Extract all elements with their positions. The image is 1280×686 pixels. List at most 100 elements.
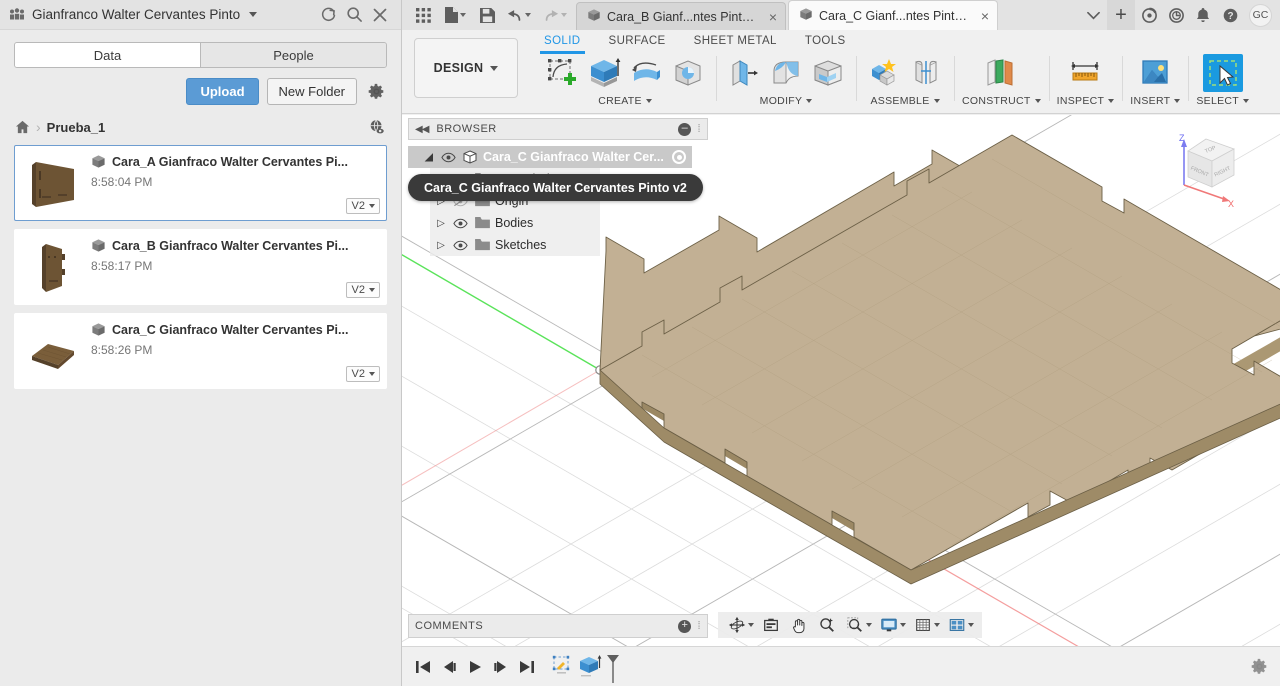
list-item[interactable]: Cara_C Gianfraco Walter Cervantes Pi... … — [14, 313, 387, 389]
ribbon-group-label-modify[interactable]: MODIFY — [760, 95, 813, 107]
press-pull-icon[interactable] — [724, 54, 764, 92]
offset-plane-icon[interactable] — [981, 54, 1021, 92]
new-component-icon[interactable] — [864, 54, 904, 92]
chevron-down-icon[interactable] — [1080, 2, 1106, 28]
tab-people[interactable]: People — [200, 43, 386, 67]
expand-arrow-icon[interactable]: ◢ — [422, 152, 436, 163]
look-at-icon[interactable] — [758, 614, 784, 636]
measure-icon[interactable] — [1065, 54, 1105, 92]
new-tab-button[interactable]: + — [1107, 0, 1135, 30]
undo-icon[interactable] — [502, 2, 536, 28]
avatar[interactable]: GC — [1249, 3, 1272, 27]
new-document-icon[interactable] — [438, 2, 472, 28]
pan-icon[interactable] — [786, 614, 812, 636]
redo-icon[interactable] — [538, 2, 572, 28]
zoom-icon[interactable] — [814, 614, 840, 636]
timeline-marker-icon[interactable] — [606, 654, 619, 683]
chevron-down-icon — [1174, 99, 1181, 103]
expand-arrow-icon[interactable]: ▷ — [434, 240, 448, 251]
item-timestamp: 8:58:04 PM — [91, 175, 153, 189]
extrude-icon[interactable] — [584, 54, 624, 92]
timeline-bar — [402, 646, 1280, 686]
document-tab-cara-c[interactable]: Cara_C Gianf...ntes Pinto v2 × — [788, 0, 998, 30]
active-component-icon[interactable] — [672, 150, 686, 164]
globe-eye-icon[interactable] — [367, 117, 387, 137]
gear-icon[interactable] — [365, 81, 387, 103]
orbit-icon[interactable] — [724, 614, 756, 636]
gear-icon[interactable] — [1246, 654, 1272, 680]
step-forward-icon[interactable] — [488, 654, 514, 680]
create-sketch-icon[interactable] — [542, 54, 582, 92]
workspace-switcher[interactable]: DESIGN — [414, 38, 518, 98]
list-item[interactable]: Cara_A Gianfraco Walter Cervantes Pi... … — [14, 145, 387, 221]
sweep-icon[interactable] — [668, 54, 708, 92]
expand-arrow-icon[interactable]: ▷ — [434, 218, 448, 229]
document-tab-cara-b[interactable]: Cara_B Gianf...ntes Pinto v2 × — [576, 2, 786, 30]
extrude-feature-icon[interactable] — [576, 654, 602, 680]
eye-icon[interactable] — [452, 240, 469, 251]
ribbon-tab-tools[interactable]: TOOLS — [791, 35, 860, 51]
version-selector[interactable]: V2 — [345, 366, 380, 382]
group-label-text: CREATE — [598, 95, 642, 107]
shell-icon[interactable] — [808, 54, 848, 92]
step-back-icon[interactable] — [436, 654, 462, 680]
refresh-icon[interactable] — [315, 2, 341, 28]
panel-resize-grip[interactable]: ⁞ — [697, 123, 701, 135]
add-comment-icon[interactable]: + — [678, 619, 692, 633]
list-item[interactable]: Cara_B Gianfraco Walter Cervantes Pi... … — [14, 229, 387, 305]
ribbon-group-label-assemble[interactable]: ASSEMBLE — [870, 95, 940, 107]
insert-image-icon[interactable] — [1135, 54, 1175, 92]
view-cube[interactable]: Z X TOP FRONT RIGHT — [1162, 123, 1252, 213]
viewport[interactable]: ◀◀ BROWSER – ⁞ ◢ Cara_C Gianfraco Walter… — [402, 115, 1280, 646]
tree-node-sketches[interactable]: ▷ Sketches — [430, 234, 600, 256]
joint-icon[interactable] — [906, 54, 946, 92]
minimize-icon[interactable]: – — [678, 122, 692, 136]
ribbon-tab-surface[interactable]: SURFACE — [595, 35, 680, 51]
new-folder-button[interactable]: New Folder — [266, 78, 357, 105]
help-icon[interactable]: ? — [1217, 2, 1243, 28]
viewports-icon[interactable] — [944, 614, 976, 636]
eye-icon[interactable] — [440, 152, 457, 163]
panel-resize-grip[interactable]: ⁞ — [697, 620, 701, 632]
tree-root-component[interactable]: ◢ Cara_C Gianfraco Walter Cer... — [408, 146, 692, 168]
ribbon-group-label-create[interactable]: CREATE — [598, 95, 652, 107]
close-icon[interactable]: × — [981, 9, 989, 23]
save-icon[interactable] — [474, 2, 500, 28]
app-grid-icon[interactable] — [410, 2, 436, 28]
ribbon-group-label-inspect[interactable]: INSPECT — [1057, 95, 1115, 107]
home-icon[interactable] — [14, 119, 30, 135]
ribbon-group-label-select[interactable]: SELECT — [1196, 95, 1250, 107]
ribbon-tab-solid[interactable]: SOLID — [530, 35, 595, 54]
grid-snaps-icon[interactable] — [910, 614, 942, 636]
tree-node-bodies[interactable]: ▷ Bodies — [430, 212, 600, 234]
display-settings-icon[interactable] — [876, 614, 908, 636]
collapse-left-icon[interactable]: ◀◀ — [415, 124, 429, 135]
fillet-icon[interactable] — [766, 54, 806, 92]
job-status-icon[interactable] — [1136, 2, 1162, 28]
close-icon[interactable] — [367, 2, 393, 28]
select-icon[interactable] — [1202, 54, 1243, 92]
search-icon[interactable] — [341, 2, 367, 28]
ribbon-tab-sheet-metal[interactable]: SHEET METAL — [680, 35, 791, 51]
tree-node-label: Sketches — [495, 238, 547, 252]
zoom-window-icon[interactable] — [842, 614, 874, 636]
chevron-down-icon[interactable] — [249, 12, 258, 17]
notifications-bell-icon[interactable] — [1190, 2, 1216, 28]
upload-button[interactable]: Upload — [186, 78, 259, 105]
eye-icon[interactable] — [452, 218, 469, 229]
ribbon-group-modify: MODIFY — [716, 54, 856, 107]
item-info: Cara_B Gianfraco Walter Cervantes Pi... … — [87, 230, 386, 304]
ribbon-group-label-construct[interactable]: CONSTRUCT — [962, 95, 1041, 107]
recent-icon[interactable] — [1163, 2, 1189, 28]
sketch-feature-icon[interactable] — [550, 654, 576, 680]
version-selector[interactable]: V2 — [345, 198, 380, 214]
play-icon[interactable] — [462, 654, 488, 680]
jump-to-beginning-icon[interactable] — [410, 654, 436, 680]
close-icon[interactable]: × — [769, 10, 777, 24]
tab-data[interactable]: Data — [15, 43, 200, 67]
breadcrumb-folder[interactable]: Prueba_1 — [47, 120, 106, 135]
version-selector[interactable]: V2 — [345, 282, 380, 298]
revolve-icon[interactable] — [626, 54, 666, 92]
jump-to-end-icon[interactable] — [514, 654, 540, 680]
ribbon-group-label-insert[interactable]: INSERT — [1130, 95, 1181, 107]
